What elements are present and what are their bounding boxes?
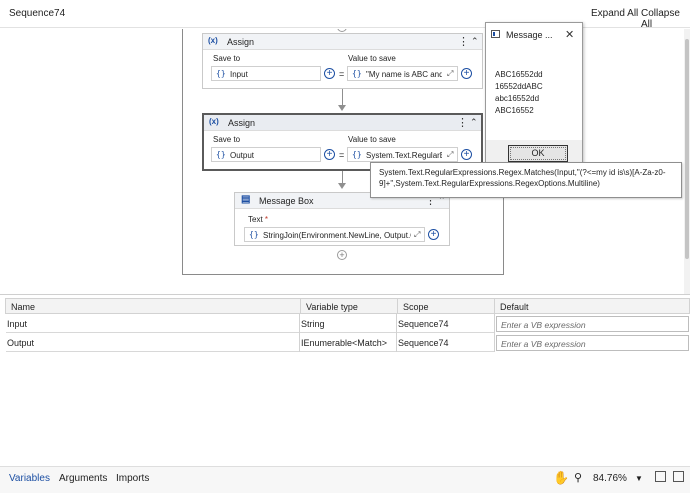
value-to-save-label: Value to save <box>348 135 396 144</box>
overview-icon[interactable] <box>673 471 684 482</box>
expand-editor-icon[interactable]: ⤢ <box>447 69 453 79</box>
value-to-save-field[interactable]: {} "My name is ABC and ⤢ <box>347 66 458 81</box>
message-box-activity[interactable]: ▤ Message Box ⋮ ⌃ Text * {} StringJoin(E… <box>234 192 450 246</box>
canvas-scrollbar-thumb[interactable] <box>685 39 689 259</box>
value-to-save-value: System.Text.RegularExp <box>366 150 442 160</box>
close-icon[interactable]: ✕ <box>565 28 574 41</box>
add-value-button[interactable]: + <box>461 68 472 79</box>
add-save-to-button[interactable]: + <box>324 149 335 160</box>
variable-type-cell[interactable]: String <box>300 316 396 333</box>
designer-bottom-bar: Variables Arguments Imports ✋ ⚲ 84.76% ▼ <box>0 466 690 493</box>
variables-panel: Name Variable type Scope Default Input S… <box>0 294 690 466</box>
message-line: 16552ddABC <box>495 82 543 91</box>
designer-header: Sequence74 Expand All Collapse All <box>0 0 690 30</box>
variable-scope-cell[interactable]: Sequence74 <box>397 316 494 333</box>
save-to-value: Input <box>230 69 248 79</box>
message-line: ABC16552dd <box>495 70 543 79</box>
expand-editor-icon[interactable]: ⤢ <box>447 150 453 160</box>
save-to-value: Output <box>230 150 255 160</box>
variable-scope-cell[interactable]: Sequence74 <box>397 335 494 352</box>
message-line: ABC16552 <box>495 106 534 115</box>
assign-1-title: Assign <box>227 37 255 47</box>
column-divider <box>494 314 495 352</box>
save-to-field[interactable]: {} Input <box>211 66 321 81</box>
add-value-button[interactable]: + <box>461 149 472 160</box>
assign-icon: (x) <box>209 117 219 126</box>
expression-icon: {} <box>216 69 226 78</box>
text-field[interactable]: {} StringJoin(Environment.NewLine, Outpu… <box>244 227 425 242</box>
message-dialog-title: Message ... <box>506 30 553 40</box>
message-box-icon: ▤ <box>241 194 251 205</box>
connector-arrow-icon <box>338 105 346 111</box>
expand-editor-icon[interactable]: ⤢ <box>414 230 420 240</box>
assign-2-title: Assign <box>228 118 256 128</box>
message-dialog: Message ... ✕ ABC16552dd 16552ddABC abc1… <box>485 22 583 164</box>
expression-icon: {} <box>352 150 362 159</box>
column-header-type[interactable]: Variable type <box>300 298 398 314</box>
workflow-title: Sequence74 <box>9 8 66 19</box>
equals-sign: = <box>339 150 345 160</box>
message-line: abc16552dd <box>495 94 540 103</box>
default-expression-input[interactable]: Enter a VB expression <box>496 335 689 351</box>
expression-icon: {} <box>249 230 259 239</box>
more-options-icon[interactable]: ⋮ <box>458 35 469 48</box>
value-to-save-field[interactable]: {} System.Text.RegularExp ⤢ <box>347 147 458 162</box>
chevron-down-icon[interactable]: ▼ <box>635 474 643 483</box>
assign-2-header: (x) Assign ⋮ ⌃ <box>204 115 481 131</box>
ok-button[interactable]: OK <box>508 145 568 162</box>
assign-activity-1[interactable]: (x) Assign ⋮ ⌃ Save to Value to save {} … <box>202 33 483 89</box>
add-activity-bottom-icon[interactable]: + <box>337 250 347 260</box>
variable-name-cell[interactable]: Input <box>6 316 299 333</box>
message-box-title: Message Box <box>259 196 314 206</box>
fit-screen-icon[interactable] <box>655 471 666 482</box>
save-to-label: Save to <box>213 135 241 144</box>
assign-1-header: (x) Assign ⋮ ⌃ <box>203 34 482 50</box>
add-save-to-button[interactable]: + <box>324 68 335 79</box>
zoom-level[interactable]: 84.76% <box>593 473 627 484</box>
more-options-icon[interactable]: ⋮ <box>457 116 468 129</box>
window-icon <box>491 30 500 38</box>
default-expression-input[interactable]: Enter a VB expression <box>496 316 689 332</box>
message-dialog-titlebar[interactable]: Message ... ✕ <box>486 23 582 47</box>
tab-variables[interactable]: Variables <box>9 473 50 484</box>
expand-all-button[interactable]: Expand All <box>591 8 638 19</box>
assign-icon: (x) <box>208 36 218 45</box>
variable-type-cell[interactable]: IEnumerable<Match> <box>300 335 396 352</box>
search-icon[interactable]: ⚲ <box>574 471 582 484</box>
column-header-scope[interactable]: Scope <box>397 298 495 314</box>
equals-sign: = <box>339 69 345 79</box>
collapse-icon[interactable]: ⌃ <box>470 117 478 128</box>
tab-arguments[interactable]: Arguments <box>59 473 107 484</box>
collapse-all-button[interactable]: Collapse All <box>641 8 690 30</box>
tab-imports[interactable]: Imports <box>116 473 149 484</box>
connector-arrow-icon <box>338 183 346 189</box>
expression-icon: {} <box>216 150 226 159</box>
value-to-save-label: Value to save <box>348 54 396 63</box>
save-to-label: Save to <box>213 54 241 63</box>
column-header-name[interactable]: Name <box>5 298 301 314</box>
variable-name-cell[interactable]: Output <box>6 335 299 352</box>
collapse-icon[interactable]: ⌃ <box>471 36 479 47</box>
column-header-default[interactable]: Default <box>494 298 690 314</box>
expression-icon: {} <box>352 69 362 78</box>
add-text-button[interactable]: + <box>428 229 439 240</box>
save-to-field[interactable]: {} Output <box>211 147 321 162</box>
hand-icon[interactable]: ✋ <box>553 470 569 486</box>
value-to-save-value: "My name is ABC and <box>366 69 442 79</box>
text-label: Text * <box>248 215 269 224</box>
text-value: StringJoin(Environment.NewLine, Output.C <box>263 230 411 240</box>
expression-tooltip: System.Text.RegularExpressions.Regex.Mat… <box>370 162 682 198</box>
